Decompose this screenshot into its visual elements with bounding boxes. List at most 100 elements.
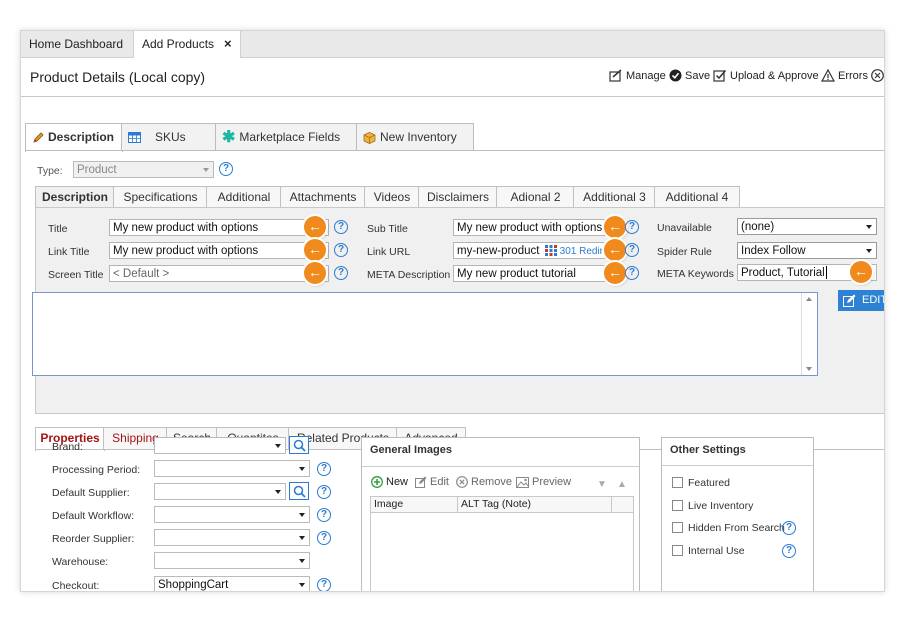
help-icon[interactable]: ?	[334, 266, 348, 280]
link-url-input[interactable]: my-new-product 301 Redire	[453, 242, 623, 259]
title-input[interactable]: My new product with options	[109, 219, 329, 236]
close-icon[interactable]: ×	[224, 36, 232, 51]
subtab-specifications[interactable]: Specifications	[113, 186, 208, 208]
live-inventory-checkbox[interactable]	[672, 500, 683, 511]
scroll-up-icon[interactable]	[806, 297, 812, 301]
brand-search-button[interactable]	[289, 436, 309, 454]
divider	[662, 465, 813, 466]
save-button[interactable]: Save	[669, 69, 710, 82]
subtab-additional-4[interactable]: Additional 4	[654, 186, 740, 208]
help-icon[interactable]: ?	[334, 220, 348, 234]
scroll-down-icon[interactable]	[806, 367, 812, 371]
plus-circle-icon	[371, 476, 383, 488]
manage-button[interactable]: Manage	[609, 69, 666, 82]
arrow-left-icon[interactable]: ←	[304, 239, 326, 261]
subtab-additional[interactable]: Additional	[206, 186, 282, 208]
spider-rule-select[interactable]: Index Follow	[737, 242, 877, 259]
help-icon[interactable]: ?	[317, 462, 331, 476]
remove-image-button[interactable]: Remove	[456, 476, 512, 488]
checkout-select[interactable]: ShoppingCart	[154, 576, 310, 591]
close-circle-icon	[871, 69, 884, 82]
spider-rule-value: Index Follow	[741, 245, 806, 257]
default-workflow-select[interactable]	[154, 506, 310, 523]
meta-description-input[interactable]: My new product tutorial	[453, 265, 623, 282]
upload-approve-button[interactable]: Upload & Approve	[713, 69, 819, 82]
redirect-icon	[544, 245, 557, 257]
warehouse-select[interactable]	[154, 552, 310, 569]
processing-period-select[interactable]	[154, 460, 310, 477]
unavailable-select[interactable]: (none)	[737, 218, 877, 235]
arrow-left-icon[interactable]: ←	[304, 262, 326, 284]
new-image-button[interactable]: New	[371, 476, 408, 488]
arrow-up-icon[interactable]: ▲	[617, 479, 627, 490]
hidden-from-search-checkbox[interactable]	[672, 522, 683, 533]
redirect-link[interactable]: 301 Redire	[560, 246, 609, 257]
edit-image-button[interactable]: Edit	[415, 476, 449, 488]
text-cursor	[825, 266, 827, 280]
subtab-attachments[interactable]: Attachments	[280, 186, 366, 208]
manage-icon	[609, 69, 622, 82]
arrow-left-icon[interactable]: ←	[604, 262, 626, 284]
help-icon[interactable]: ?	[625, 220, 639, 234]
help-icon[interactable]: ?	[317, 485, 331, 499]
asterisk-icon: ✱	[222, 128, 236, 146]
errors-button[interactable]: Errors	[821, 69, 868, 82]
tab-marketplace-fields[interactable]: ✱ Marketplace Fields	[215, 123, 358, 150]
internal-use-checkbox[interactable]	[672, 545, 683, 556]
help-icon[interactable]: ?	[317, 508, 331, 522]
link-title-input[interactable]: My new product with options	[109, 242, 329, 259]
images-table-header: Image ALT Tag (Note)	[371, 497, 633, 513]
divider	[362, 466, 639, 467]
help-icon[interactable]: ?	[782, 544, 796, 558]
screen-title-input[interactable]: < Default >	[109, 265, 329, 282]
arrow-down-icon[interactable]: ▼	[597, 479, 607, 490]
help-icon[interactable]: ?	[219, 162, 233, 176]
arrow-left-icon[interactable]: ←	[604, 216, 626, 238]
help-icon[interactable]: ?	[334, 243, 348, 257]
supplier-search-button[interactable]	[289, 482, 309, 500]
default-supplier-select[interactable]	[154, 483, 286, 500]
subtab-disclaimers[interactable]: Disclaimers	[418, 186, 498, 208]
description-editor[interactable]	[32, 292, 818, 376]
help-icon[interactable]: ?	[317, 578, 331, 591]
brand-select[interactable]	[154, 437, 286, 454]
errors-label: Errors	[838, 69, 868, 82]
box-icon	[363, 131, 376, 144]
type-select[interactable]: Product	[73, 161, 214, 178]
arrow-left-icon[interactable]: ←	[850, 261, 872, 283]
search-icon	[293, 485, 306, 498]
help-icon[interactable]: ?	[317, 531, 331, 545]
tab-home-dashboard[interactable]: Home Dashboard	[21, 31, 131, 57]
help-icon[interactable]: ?	[782, 521, 796, 535]
help-icon[interactable]: ?	[625, 266, 639, 280]
subtab-additional-2[interactable]: Adional 2	[496, 186, 575, 208]
tab-new-inventory[interactable]: New Inventory	[356, 123, 474, 150]
subtitle-input[interactable]: My new product with options	[453, 219, 623, 236]
column-alt-tag[interactable]: ALT Tag (Note)	[461, 498, 531, 510]
edit-button[interactable]: EDIT	[838, 290, 884, 311]
tab-description[interactable]: Description	[25, 123, 123, 152]
tab-label: Home Dashboard	[29, 37, 124, 51]
editor-scrollbar[interactable]	[801, 293, 817, 375]
preview-image-button[interactable]: Preview	[516, 476, 571, 488]
general-images-panel: General Images New Edit Remove Preview ▼…	[361, 437, 640, 591]
tab-skus[interactable]: SKUs	[121, 123, 217, 150]
check-circle-icon	[669, 69, 682, 82]
title-bar: Product Details (Local copy) Manage Save…	[21, 58, 884, 97]
unavailable-value: (none)	[741, 221, 775, 233]
chevron-down-icon	[299, 467, 305, 471]
close-button[interactable]	[871, 69, 884, 82]
tab-label: Description	[48, 130, 115, 144]
reorder-supplier-select[interactable]	[154, 529, 310, 546]
arrow-left-icon[interactable]: ←	[604, 239, 626, 261]
edit-label: Edit	[430, 476, 449, 488]
column-image[interactable]: Image	[374, 498, 403, 510]
tab-label: Marketplace Fields	[239, 130, 341, 144]
arrow-left-icon[interactable]: ←	[304, 216, 326, 238]
featured-checkbox[interactable]	[672, 477, 683, 488]
help-icon[interactable]: ?	[625, 243, 639, 257]
featured-label: Featured	[688, 477, 731, 489]
subtab-additional-3[interactable]: Additional 3	[573, 186, 656, 208]
subtab-videos[interactable]: Videos	[364, 186, 420, 208]
tab-add-products[interactable]: Add Products ×	[133, 31, 241, 58]
